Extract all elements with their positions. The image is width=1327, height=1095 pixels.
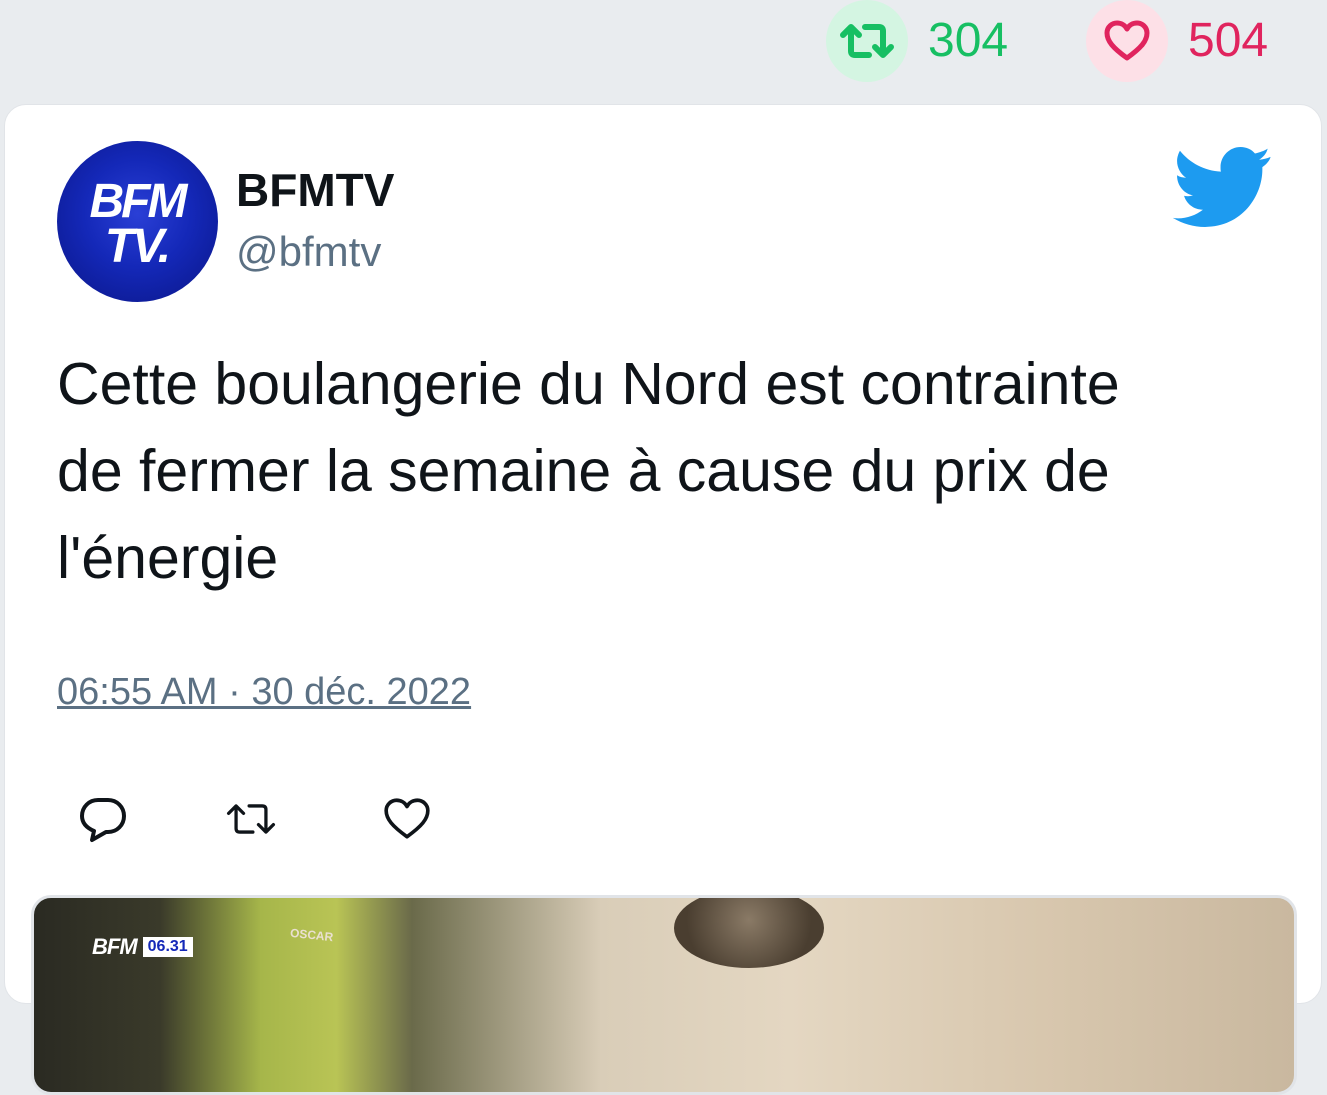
- engagement-stats: 304 504: [0, 0, 1327, 100]
- tweet-media-video[interactable]: OSCAR BFM 06.31: [31, 895, 1297, 1095]
- author-handle[interactable]: @bfmtv: [236, 231, 381, 273]
- retweet-icon: [226, 804, 276, 834]
- like-icon-circle[interactable]: [1086, 0, 1168, 82]
- avatar[interactable]: BFM TV.: [57, 141, 218, 302]
- author-name[interactable]: BFMTV: [236, 167, 394, 213]
- retweet-button[interactable]: [223, 791, 279, 847]
- media-logo-text: BFM: [92, 934, 138, 959]
- like-count: 504: [1188, 14, 1269, 67]
- tweet-timestamp[interactable]: 06:55 AM · 30 déc. 2022: [57, 673, 471, 711]
- retweet-count: 304: [928, 14, 1009, 67]
- like-stat[interactable]: 504: [1086, 0, 1268, 82]
- like-button[interactable]: [379, 791, 435, 847]
- retweet-stat[interactable]: 304: [826, 0, 1008, 82]
- media-channel-logo: BFM 06.31: [92, 934, 193, 959]
- tweet-text-line: Cette boulangerie du Nord est contrainte: [57, 351, 1120, 417]
- retweet-icon: [840, 24, 894, 58]
- media-logo-time: 06.31: [142, 937, 193, 957]
- media-hanging-basket: [674, 898, 824, 968]
- bfmtv-logo: BFM TV.: [90, 175, 192, 273]
- avatar-logo-line2: TV.: [105, 220, 169, 273]
- tweet-text: Cette boulangerie du Nord est contrainte…: [57, 341, 1287, 602]
- reply-icon: [80, 798, 126, 842]
- heart-icon: [1104, 20, 1150, 61]
- tweet-text-line: de fermer la semaine à cause du prix de: [57, 438, 1110, 504]
- media-shop-sign: OSCAR: [289, 925, 334, 945]
- reply-button[interactable]: [75, 791, 131, 847]
- twitter-bird-icon[interactable]: [1172, 147, 1273, 234]
- tweet-card: BFM TV. BFMTV @bfmtv Cette boulangerie d…: [4, 104, 1322, 1095]
- retweet-icon-circle[interactable]: [826, 0, 908, 82]
- heart-icon: [384, 798, 430, 839]
- tweet-text-line: l'énergie: [57, 525, 279, 591]
